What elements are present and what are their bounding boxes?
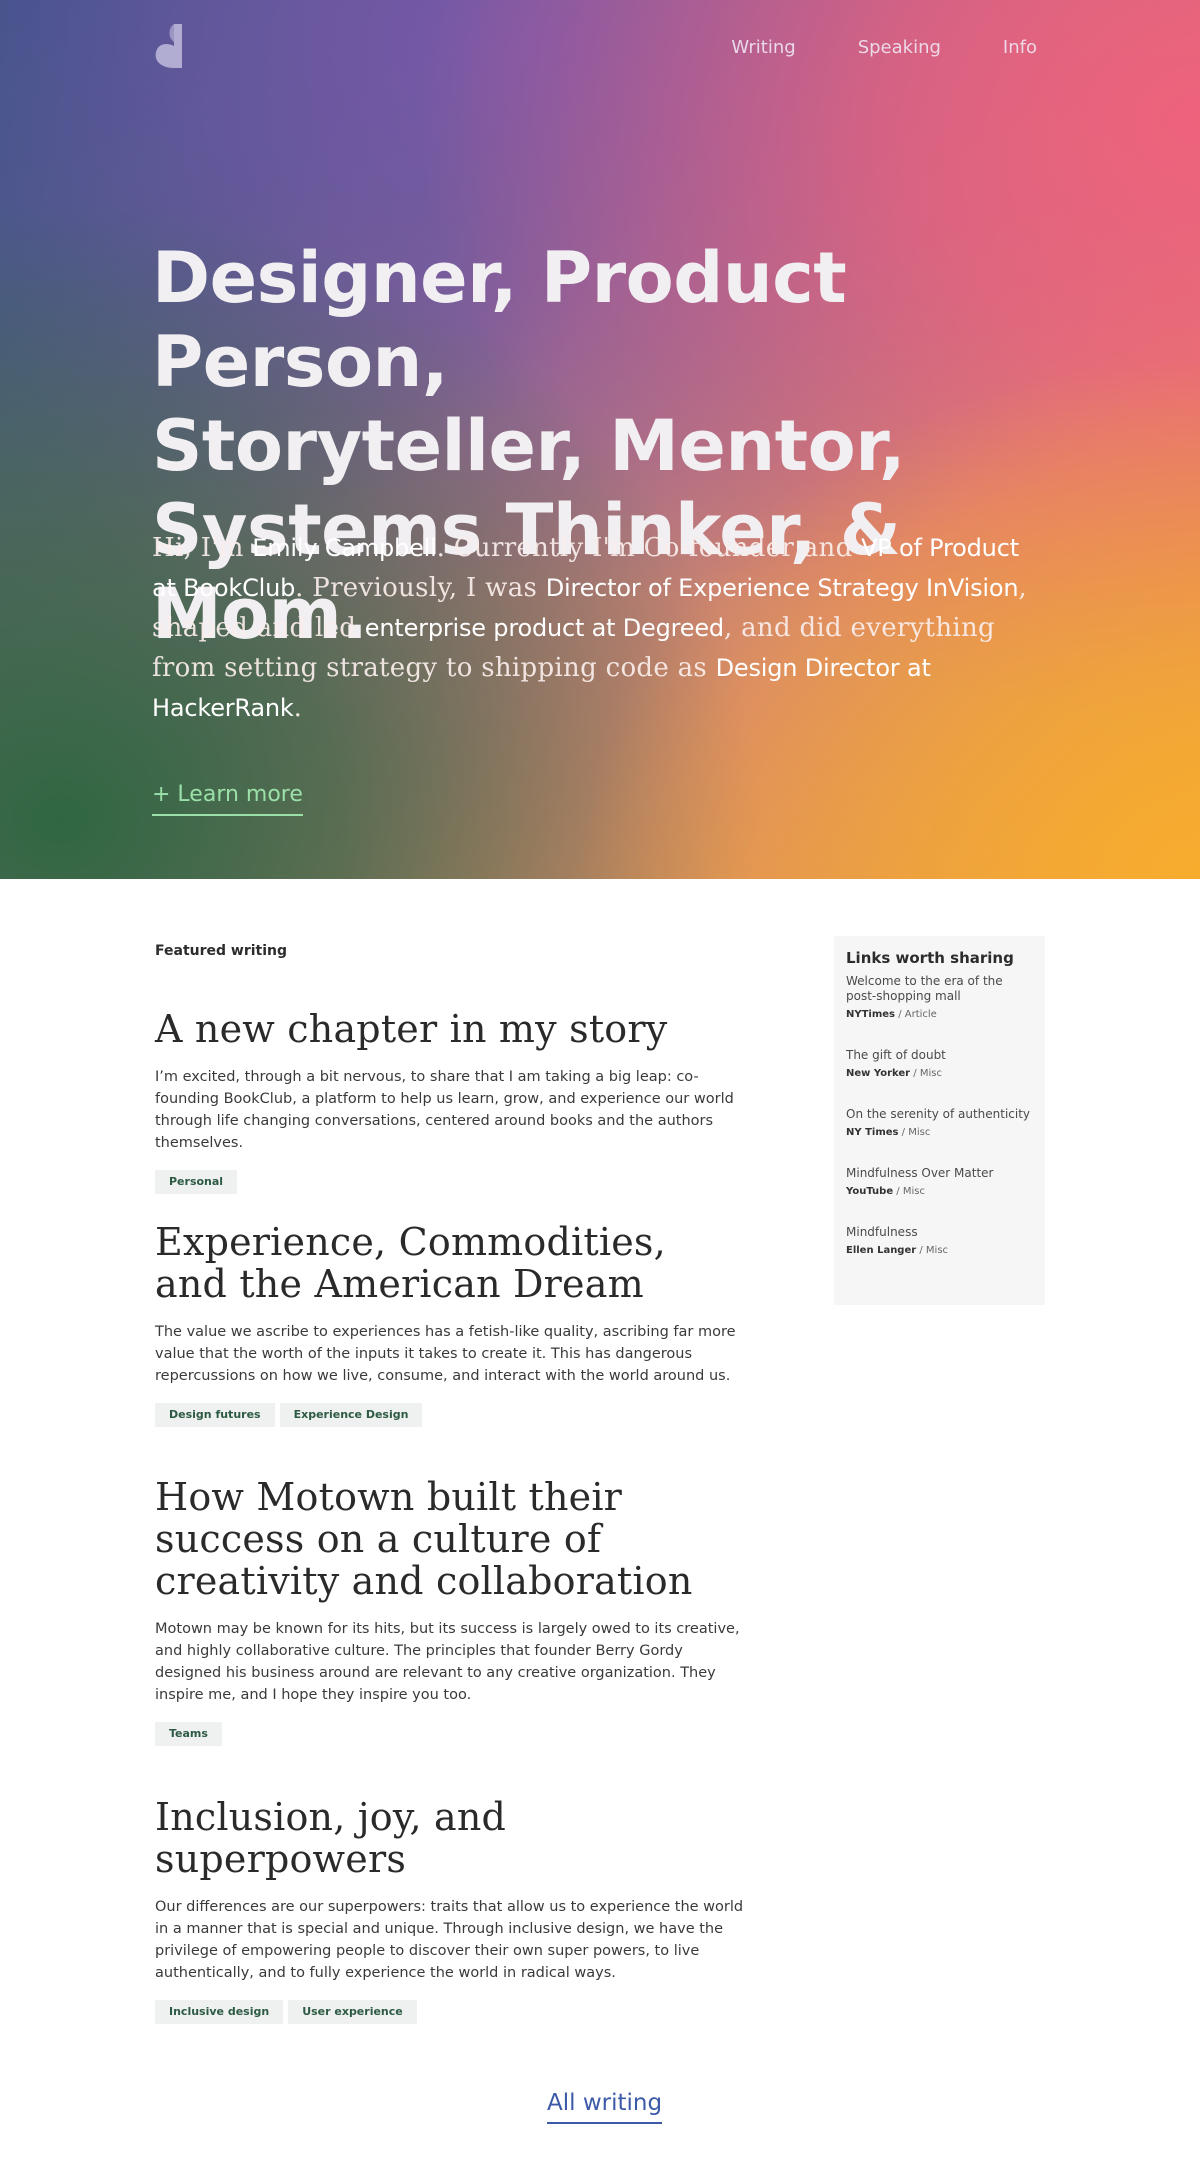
shared-link-title[interactable]: Mindfulness Over Matter	[846, 1166, 1033, 1181]
bio-invision-link[interactable]: Director of Experience Strategy InVision	[546, 574, 1019, 602]
shared-link-meta: NYTimes / Article	[846, 1009, 937, 1020]
links-panel-title: Links worth sharing	[846, 949, 1014, 967]
shared-link-type: Misc	[919, 1068, 942, 1079]
tag-list: Personal	[155, 1170, 745, 1194]
tag-list: Inclusive design User experience	[155, 2000, 745, 2024]
main-nav: Writing Speaking Info	[669, 37, 1037, 59]
tag[interactable]: Personal	[155, 1170, 238, 1194]
article-excerpt: Our differences are our superpowers: tra…	[155, 1899, 744, 1981]
hero-section: Writing Speaking Info Designer, Product …	[0, 0, 1200, 879]
bio-text: .	[293, 693, 303, 723]
shared-link[interactable]: Mindfulness Over Matter YouTube / Misc	[846, 1166, 1033, 1199]
shared-link-title[interactable]: Welcome to the era of the post-shopping …	[846, 974, 1033, 1004]
article-excerpt: Motown may be known for its hits, but it…	[155, 1621, 740, 1703]
hero-bio: Hi, I'm Emily Campbell. Currently I'm Co…	[152, 528, 1032, 728]
tag[interactable]: User experience	[288, 2000, 417, 2024]
featured-writing-label: Featured writing	[155, 943, 288, 959]
article-excerpt: The value we ascribe to experiences has …	[155, 1324, 736, 1384]
bio-text: . Previously, I was	[295, 573, 546, 603]
article-title[interactable]: Inclusion, joy, and superpowers	[155, 1796, 745, 1880]
shared-link-source: YouTube	[846, 1186, 894, 1197]
shared-link[interactable]: The gift of doubt New Yorker / Misc	[846, 1048, 1033, 1081]
shared-link-source: NYTimes	[846, 1009, 896, 1020]
tag-list: Design futures Experience Design	[155, 1403, 745, 1427]
article-title[interactable]: How Motown built their success on a cult…	[155, 1476, 745, 1602]
shared-link[interactable]: Welcome to the era of the post-shopping …	[846, 974, 1033, 1022]
learn-more-link[interactable]: + Learn more	[152, 782, 303, 816]
shared-link-meta: New Yorker / Misc	[846, 1068, 942, 1079]
headline-line: Storyteller, Mentor,	[152, 405, 906, 487]
bio-text: . Currently I'm Co-founder and	[436, 533, 862, 563]
shared-link-meta: Ellen Langer / Misc	[846, 1245, 949, 1256]
shared-link-title[interactable]: On the serenity of authenticity	[846, 1107, 1033, 1122]
shared-link-title[interactable]: The gift of doubt	[846, 1048, 1033, 1063]
shared-link[interactable]: Mindfulness Ellen Langer / Misc	[846, 1225, 1033, 1258]
headline-line: Designer, Product Person,	[152, 237, 847, 403]
shared-link-type: Misc	[908, 1127, 931, 1138]
bio-degreed-link[interactable]: enterprise product at Degreed	[365, 614, 724, 642]
shared-link-meta: NY Times / Misc	[846, 1127, 931, 1138]
tag[interactable]: Experience Design	[279, 1403, 423, 1427]
brand-leaf-logo[interactable]	[152, 22, 188, 70]
shared-link-type: Misc	[925, 1245, 949, 1256]
nav-info[interactable]: Info	[1003, 37, 1037, 59]
shared-link[interactable]: On the serenity of authenticity NY Times…	[846, 1107, 1033, 1140]
article-title[interactable]: Experience, Commodities, and the America…	[155, 1221, 745, 1305]
bio-text: Hi, I'm	[152, 533, 253, 563]
article-excerpt: I’m excited, through a bit nervous, to s…	[155, 1069, 734, 1151]
tag-list: Teams	[155, 1722, 745, 1746]
article-card: How Motown built their success on a cult…	[155, 1476, 745, 1746]
shared-link-meta: YouTube / Misc	[846, 1186, 925, 1197]
nav-writing[interactable]: Writing	[731, 37, 795, 59]
links-worth-sharing-panel: Links worth sharing Welcome to the era o…	[834, 936, 1045, 1305]
shared-link-type: Misc	[902, 1186, 925, 1197]
nav-speaking[interactable]: Speaking	[858, 37, 941, 59]
tag[interactable]: Inclusive design	[155, 2000, 284, 2024]
shared-link-source: New Yorker	[846, 1068, 911, 1079]
shared-link-title[interactable]: Mindfulness	[846, 1225, 1033, 1240]
all-writing-link[interactable]: All writing	[547, 2090, 663, 2124]
shared-link-type: Article	[904, 1009, 937, 1020]
article-card: Inclusion, joy, and superpowers Our diff…	[155, 1796, 745, 2024]
shared-link-source: NY Times	[846, 1127, 899, 1138]
tag[interactable]: Design futures	[155, 1403, 275, 1427]
article-card: Experience, Commodities, and the America…	[155, 1221, 745, 1427]
article-card: A new chapter in my story I’m excited, t…	[155, 1008, 745, 1194]
shared-link-source: Ellen Langer	[846, 1245, 917, 1256]
bio-name-link[interactable]: Emily Campbell	[252, 534, 437, 562]
tag[interactable]: Teams	[155, 1722, 222, 1746]
article-title[interactable]: A new chapter in my story	[155, 1008, 745, 1050]
